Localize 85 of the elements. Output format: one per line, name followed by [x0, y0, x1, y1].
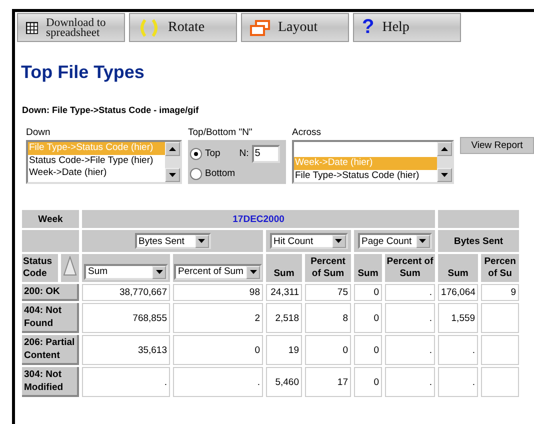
table-cell: .	[438, 367, 478, 397]
row-header: 404: Not Found	[22, 303, 79, 333]
row-header: 206: Partial Content	[22, 335, 79, 365]
table-cell: 176,064	[438, 284, 478, 301]
across-label: Across	[292, 127, 322, 138]
table-cell: 2	[173, 303, 263, 333]
down-arrow-icon	[198, 239, 205, 243]
table-cell: 0	[173, 335, 263, 365]
down-arrow-icon	[156, 270, 162, 274]
up-arrow-icon	[169, 147, 176, 151]
down-arrow-icon	[250, 270, 256, 274]
radio-button[interactable]	[190, 148, 202, 160]
table-cell: 17	[305, 367, 351, 397]
down-arrow-icon	[169, 173, 176, 177]
rotate-icon	[138, 16, 160, 38]
statistic-header: Percent of Sum	[385, 254, 436, 282]
table-cell: 0	[354, 284, 382, 301]
table-cell: 2,518	[266, 303, 302, 333]
statistic-header: Percent of Sum	[305, 254, 351, 282]
table-cell: 0	[305, 335, 351, 365]
scroll-up-button[interactable]	[165, 142, 180, 156]
table-cell: 0	[354, 335, 382, 365]
table-cell: 19	[266, 335, 302, 365]
radio-label: Top	[205, 148, 220, 159]
list-option[interactable]: Status Code->File Type (hier)	[28, 154, 165, 167]
table-cell: 5,460	[266, 367, 302, 397]
table-cell: 9	[481, 284, 520, 301]
sort-triangle-icon	[63, 256, 77, 276]
report-subtitle: Down: File Type->Status Code - image/gif	[22, 105, 200, 115]
scroll-down-button[interactable]	[165, 168, 180, 182]
view-report-button[interactable]: View Report	[460, 137, 534, 154]
table-cell: 8	[305, 303, 351, 333]
row-header: 200: OK	[22, 284, 79, 301]
week-cell: 17DEC2000	[82, 210, 436, 228]
table-cell: 0	[354, 367, 382, 397]
table-cell: .	[385, 303, 436, 333]
statistic-select[interactable]: Sum	[84, 264, 168, 280]
table-cell: 0	[354, 303, 382, 333]
table-cell: .	[385, 335, 436, 365]
down-arrow-icon	[419, 239, 426, 243]
table-cell: .	[438, 335, 478, 365]
table-cell: 75	[305, 284, 351, 301]
week-header: Week	[22, 210, 79, 228]
n-field[interactable]: 5	[252, 144, 280, 162]
statistic-select[interactable]: Percent of Sum	[174, 264, 262, 280]
page-title: Top File Types	[21, 62, 146, 83]
table-cell: 768,855	[82, 303, 170, 333]
list-box[interactable]: Week->Date (hier) File Type->Status Code (hier)	[292, 140, 454, 184]
top-bottom-label: Top/Bottom "N"	[188, 127, 254, 138]
scroll-down-button[interactable]	[437, 168, 452, 182]
measure-select[interactable]: Hit Count	[270, 233, 348, 249]
row-header: 304: Not Modified	[22, 367, 79, 397]
n-label: N:	[239, 148, 249, 159]
row-header-label: Status Code	[22, 254, 58, 282]
up-arrow-icon	[441, 147, 448, 151]
statistic-header: Sum	[266, 254, 302, 282]
table-cell: .	[82, 367, 170, 397]
radio-label: Bottom	[205, 168, 236, 179]
table-cell: 1,559	[438, 303, 478, 333]
statistic-header: Percen of Su	[481, 254, 520, 282]
toolbar-button[interactable]: Download to spreadsheet	[17, 13, 125, 42]
measure-select[interactable]: Page Count	[358, 233, 432, 249]
down-arrow-icon	[441, 173, 448, 177]
toolbar-button[interactable]: ? Help	[353, 13, 461, 42]
statistic-header: Sum	[354, 254, 382, 282]
table-cell: 38,770,667	[82, 284, 170, 301]
measure-select[interactable]: Bytes Sent	[134, 233, 210, 249]
help-icon: ?	[362, 16, 374, 39]
down-arrow-icon	[335, 239, 342, 243]
statistic-header: Sum	[438, 254, 478, 282]
windows-icon	[250, 20, 270, 36]
table-cell: 35,613	[82, 335, 170, 365]
table-cell: .	[173, 367, 263, 397]
table-cell: .	[385, 284, 436, 301]
toolbar-button[interactable]: Rotate	[129, 13, 237, 42]
table-cell: 98	[173, 284, 263, 301]
scroll-up-button[interactable]	[437, 142, 452, 156]
measure-header: Bytes Sent	[438, 230, 520, 252]
table-cell: .	[385, 367, 436, 397]
table-cell: 24,311	[266, 284, 302, 301]
list-box[interactable]: File Type->Status Code (hier) Status Code->File Type (hier) Week->Date (hier)	[26, 140, 182, 184]
radio-button[interactable]	[190, 168, 202, 180]
list-option[interactable]: File Type->Status Code (hier)	[294, 170, 437, 182]
down-label: Down	[26, 127, 52, 138]
toolbar-button[interactable]: Layout	[241, 13, 349, 42]
